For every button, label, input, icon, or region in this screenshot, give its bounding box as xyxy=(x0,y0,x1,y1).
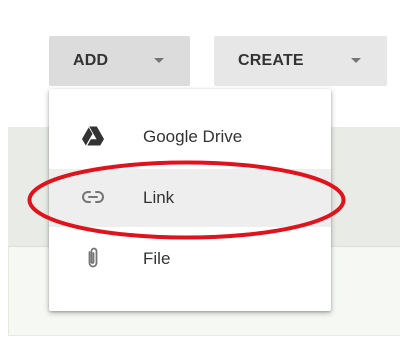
paperclip-icon xyxy=(88,247,98,268)
chevron-down-icon xyxy=(351,58,361,63)
link-icon xyxy=(82,191,104,203)
menu-item-label: File xyxy=(143,249,171,268)
menu-item-google-drive[interactable]: Google Drive xyxy=(49,108,331,166)
menu-item-label: Google Drive xyxy=(143,127,243,146)
add-dropdown-menu: Google Drive Link File xyxy=(49,89,331,311)
add-button-label: ADD xyxy=(73,52,109,69)
menu-item-file[interactable]: File xyxy=(49,230,331,288)
page: ADD CREATE Google Drive Link File xyxy=(0,0,400,340)
menu-item-label: Link xyxy=(143,188,175,207)
menu-item-link[interactable]: Link xyxy=(49,169,331,227)
add-button[interactable]: ADD xyxy=(49,36,190,86)
create-button-label: CREATE xyxy=(238,52,304,69)
chevron-down-icon xyxy=(154,58,164,63)
google-drive-icon xyxy=(82,126,104,146)
create-button[interactable]: CREATE xyxy=(214,36,387,86)
